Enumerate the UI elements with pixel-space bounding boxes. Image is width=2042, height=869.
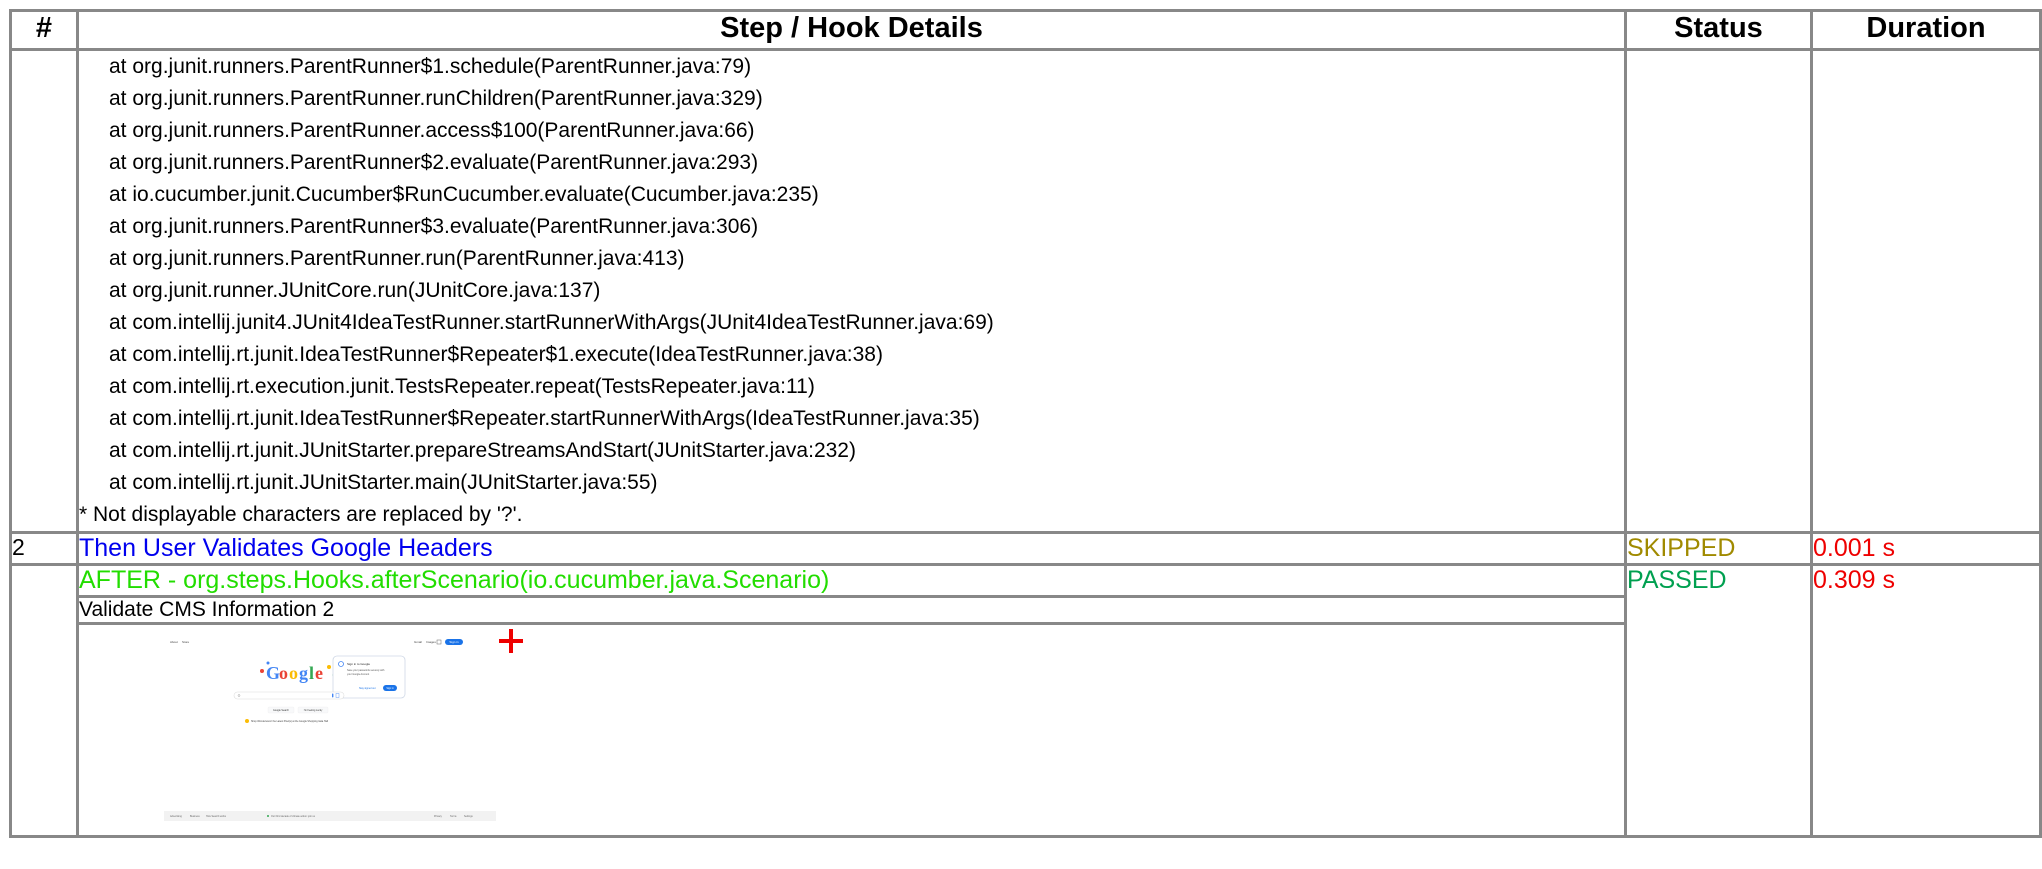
hook-number <box>9 563 79 838</box>
svg-text:Terms: Terms <box>450 815 457 818</box>
svg-text:Google Search: Google Search <box>273 709 290 712</box>
stack-trace-row: at org.junit.runners.ParentRunner$1.sche… <box>9 48 2042 534</box>
trace-frame: at org.junit.runners.ParentRunner$1.sche… <box>109 55 752 78</box>
step-number: 2 <box>9 531 79 566</box>
thumb-store-link: Store <box>182 640 190 644</box>
thumb-logo-letter: G <box>266 663 280 683</box>
step-duration: 0.001 s <box>1810 531 2042 566</box>
trace-frame: at org.junit.runners.ParentRunner.run(Pa… <box>109 247 685 270</box>
step-row: 2 Then User Validates Google Headers SKI… <box>9 531 2042 566</box>
col-num-header: # <box>9 9 79 51</box>
svg-text:Business: Business <box>190 815 201 818</box>
screenshot-thumbnail[interactable]: About Store Gmail Images Sign in G o o g… <box>164 637 496 827</box>
trace-frame: at org.junit.runners.ParentRunner$2.eval… <box>109 151 759 174</box>
stack-trace: at org.junit.runners.ParentRunner$1.sche… <box>76 48 1627 534</box>
svg-text:Settings: Settings <box>464 815 473 818</box>
thumb-sign-in-label: Sign in <box>449 640 459 644</box>
trace-frame: at com.intellij.rt.junit.IdeaTestRunner$… <box>109 343 883 366</box>
thumb-popup-body: Save your passwords securely with <box>347 669 385 672</box>
hook-status: PASSED <box>1624 563 1813 838</box>
thumb-images-link: Images <box>426 640 436 644</box>
thumb-popup-title: Sign in to Google <box>347 662 370 666</box>
thumb-logo-letter: o <box>279 663 288 683</box>
expand-plus-icon[interactable] <box>499 629 523 653</box>
thumb-search-box <box>233 691 345 700</box>
thumb-gmail-link: Gmail <box>414 640 422 644</box>
svg-text:I'm Feeling Lucky: I'm Feeling Lucky <box>304 709 323 712</box>
step-text[interactable]: Then User Validates Google Headers <box>76 531 1627 566</box>
thumb-logo-letter: l <box>309 663 314 683</box>
svg-text:How Search works: How Search works <box>206 815 227 818</box>
trace-frame: at com.intellij.rt.junit.IdeaTestRunner$… <box>109 407 980 430</box>
report-table: # Step / Hook Details Status Duration at… <box>9 9 2042 838</box>
trace-frame: at com.intellij.junit4.JUnit4IdeaTestRun… <box>109 311 994 334</box>
col-duration-header: Duration <box>1810 9 2042 51</box>
thumb-logo-letter: o <box>289 663 298 683</box>
thumb-logo-letter: g <box>299 663 308 683</box>
col-details-header: Step / Hook Details <box>76 9 1627 51</box>
thumb-popup-sign-in: Sign in <box>386 687 394 690</box>
svg-text:Privacy: Privacy <box>434 815 443 818</box>
hook-duration: 0.309 s <box>1810 563 2042 838</box>
trace-frame: at com.intellij.rt.junit.JUnitStarter.pr… <box>109 439 856 462</box>
hook-row: AFTER - org.steps.Hooks.afterScenario(io… <box>9 563 2042 838</box>
thumb-promo-text: Shop Wonderwood: the Latest Pixel(s) at … <box>251 720 329 723</box>
header-row: # Step / Hook Details Status Duration <box>9 9 2042 51</box>
hook-text[interactable]: AFTER - org.steps.Hooks.afterScenario(io… <box>76 563 1627 598</box>
trace-frame: at org.junit.runners.ParentRunner$3.eval… <box>109 215 759 238</box>
col-status-header: Status <box>1624 9 1813 51</box>
svg-text:Our third decade of climate ac: Our third decade of climate action: join… <box>271 815 316 818</box>
trace-frame: at io.cucumber.junit.Cucumber$RunCucumbe… <box>109 183 819 206</box>
attachment-title[interactable]: Validate CMS Information 2 <box>76 595 1627 625</box>
stack-trace-status <box>1624 48 1813 534</box>
thumb-logo-letter: e <box>315 663 323 683</box>
trace-frame: at com.intellij.rt.execution.junit.Tests… <box>109 375 815 398</box>
thumb-popup-body: your Google Account <box>347 673 370 676</box>
screenshot-cell: About Store Gmail Images Sign in G o o g… <box>76 622 1627 838</box>
trace-note: * Not displayable characters are replace… <box>79 503 523 526</box>
thumb-promo-icon <box>245 719 249 723</box>
thumb-popup-stay-signed-out: Stay signed out <box>359 687 376 690</box>
svg-text:Advertising: Advertising <box>170 815 182 818</box>
stack-trace-duration <box>1810 48 2042 534</box>
trace-frame: at com.intellij.rt.junit.JUnitStarter.ma… <box>109 471 658 494</box>
step-status: SKIPPED <box>1624 531 1813 566</box>
stack-trace-num <box>9 48 79 534</box>
trace-frame: at org.junit.runner.JUnitCore.run(JUnitC… <box>109 279 601 302</box>
thumb-about-link: About <box>170 640 178 644</box>
trace-frame: at org.junit.runners.ParentRunner.runChi… <box>109 87 763 110</box>
trace-frame: at org.junit.runners.ParentRunner.access… <box>109 119 755 142</box>
